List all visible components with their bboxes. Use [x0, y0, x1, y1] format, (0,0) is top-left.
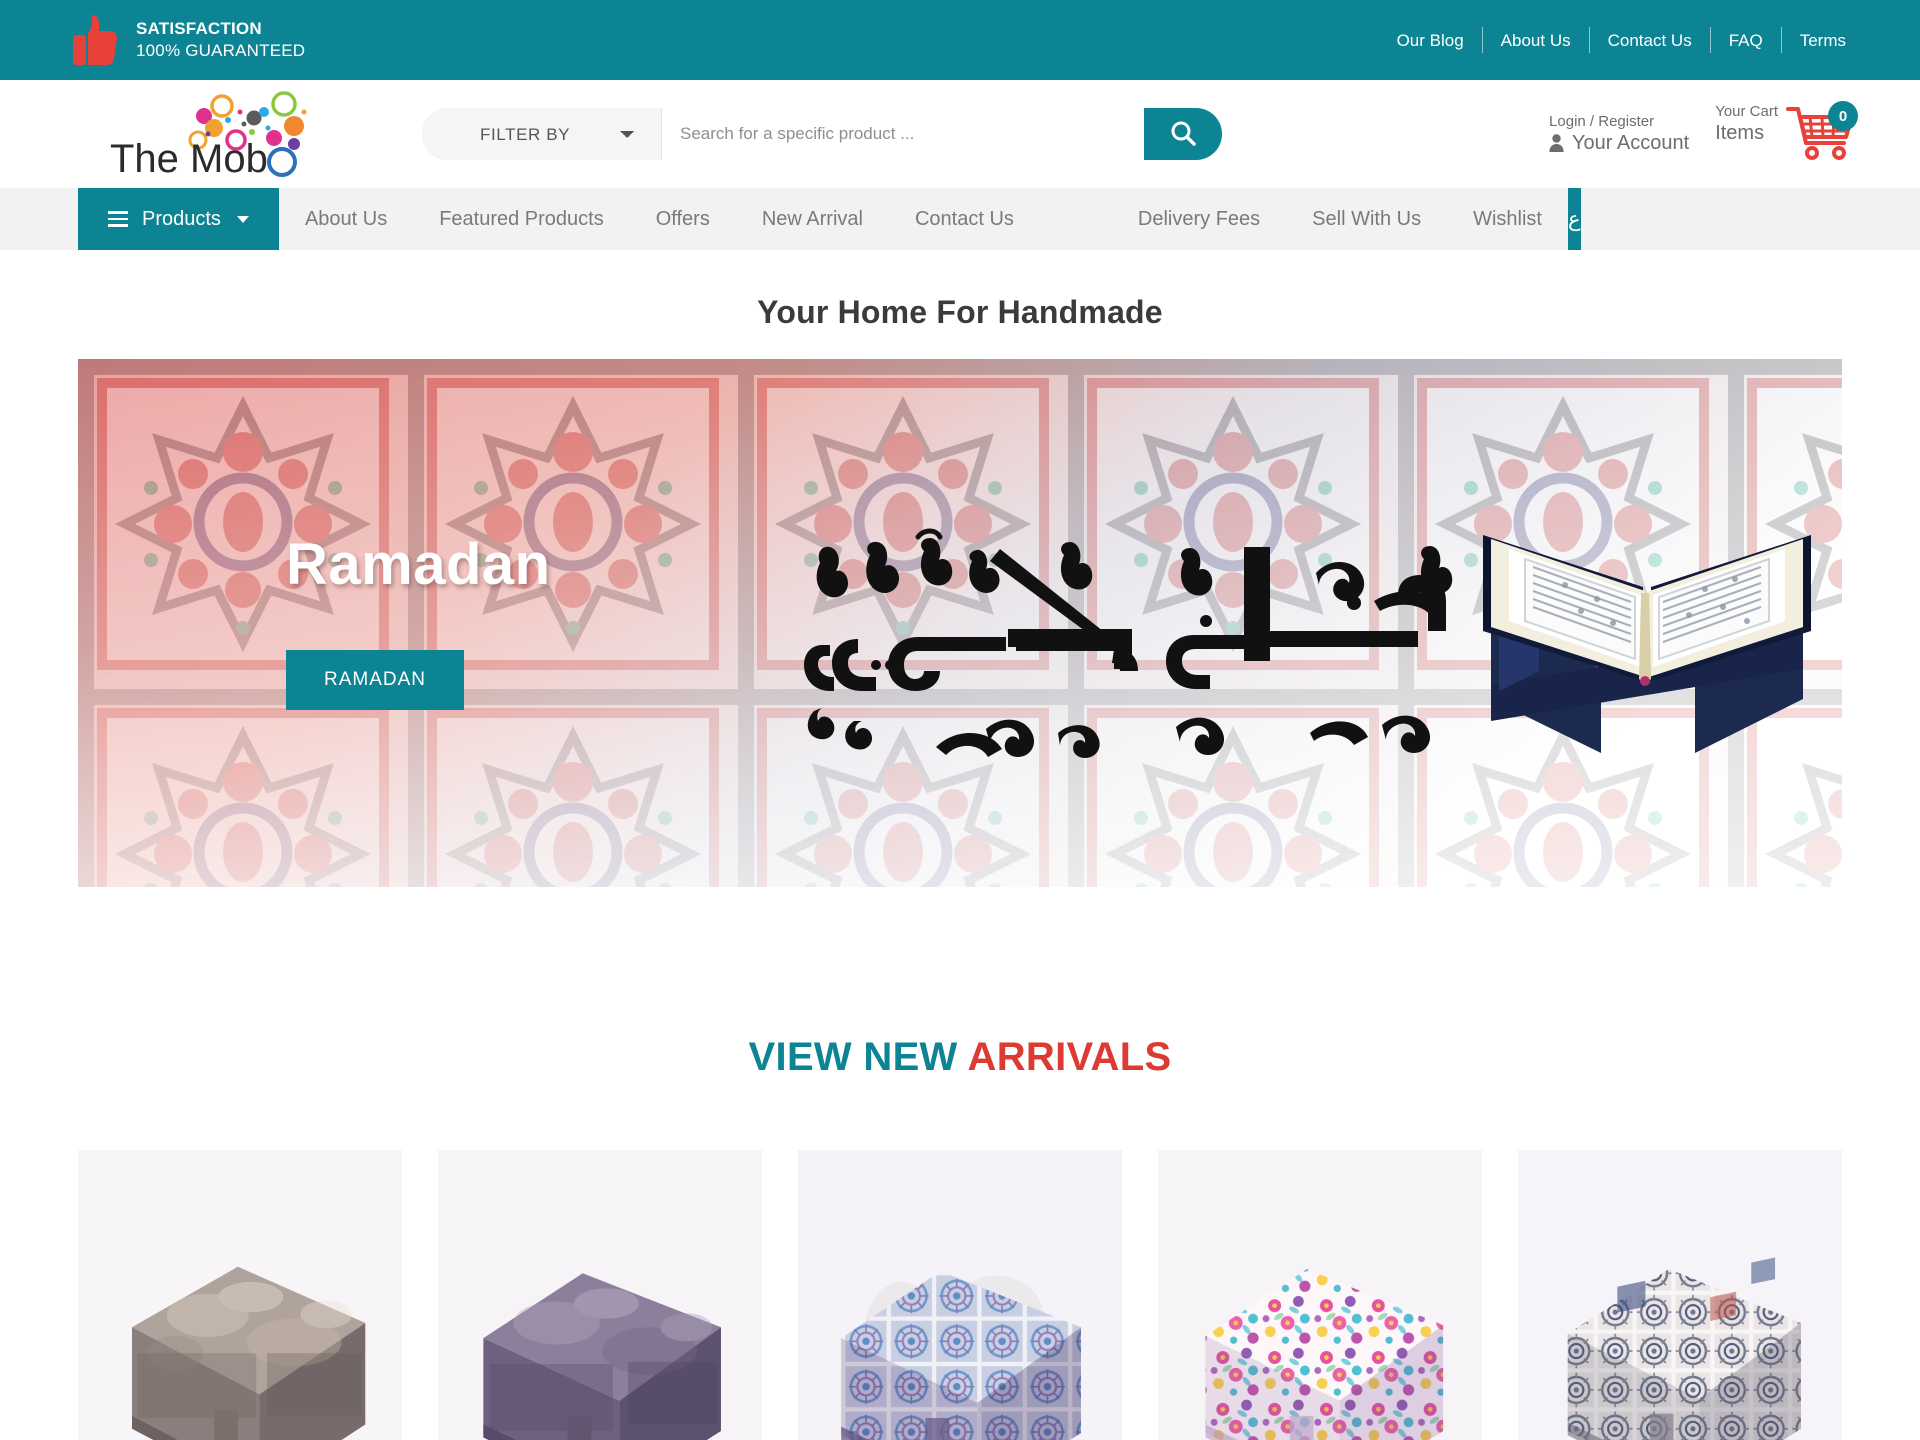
- nav-products-label: Products: [142, 207, 221, 230]
- nav-products-button[interactable]: Products: [78, 188, 279, 250]
- nav-item-new-arrival[interactable]: New Arrival: [736, 188, 889, 250]
- hero-banner[interactable]: Ramadan RAMADAN: [78, 359, 1842, 887]
- main-navigation: Products About Us Featured Products Offe…: [0, 188, 1920, 250]
- login-register-label: Login / Register: [1549, 112, 1655, 130]
- hero-ramadan-button[interactable]: RAMADAN: [286, 650, 465, 710]
- product-card-purple-velvet-box[interactable]: [438, 1150, 762, 1440]
- top-link-terms[interactable]: Terms: [1782, 32, 1864, 49]
- nav-item-offers[interactable]: Offers: [630, 188, 736, 250]
- cart-items-label: Items: [1715, 122, 1765, 145]
- top-link-faq[interactable]: FAQ: [1711, 32, 1781, 49]
- hero-content: Ramadan RAMADAN: [286, 531, 551, 710]
- person-icon: [1549, 134, 1564, 153]
- product-card-blue-mandala-pattern-box[interactable]: [798, 1150, 1122, 1440]
- satisfaction-title: SATISFACTION: [136, 19, 262, 39]
- search-input[interactable]: [662, 108, 1144, 160]
- your-account-label: Your Account: [1572, 131, 1690, 154]
- page-title: Your Home For Handmade: [757, 294, 1163, 330]
- top-utility-bar: SATISFACTION 100% GUARANTEED Our Blog Ab…: [0, 0, 1920, 80]
- search-bar: FILTER BY: [422, 108, 1222, 160]
- ramadan-kareem-calligraphy: [804, 528, 1453, 758]
- chevron-down-icon: [236, 215, 249, 223]
- cart-block[interactable]: Your Cart Items 0: [1715, 101, 1858, 165]
- new-arrivals-heading: VIEW NEW ARRIVALS: [0, 1035, 1920, 1080]
- site-logo[interactable]: The Mob: [0, 80, 400, 188]
- arrivals-heading-part1: VIEW NEW: [748, 1035, 958, 1079]
- nav-item-wishlist[interactable]: Wishlist: [1447, 188, 1568, 250]
- product-card-ceramic-tile-pattern-box[interactable]: [1518, 1150, 1842, 1440]
- beige-velvet-box-image: [78, 1150, 402, 1440]
- thumbs-up-icon: [73, 15, 117, 65]
- nav-item-featured-products[interactable]: Featured Products: [413, 188, 630, 250]
- cart-count-badge: 0: [1828, 101, 1858, 131]
- satisfaction-guarantee: SATISFACTION 100% GUARANTEED: [72, 13, 305, 67]
- language-toggle-arabic[interactable]: ع: [1567, 188, 1581, 250]
- ceramic-tile-pattern-box-image: [1518, 1150, 1842, 1440]
- filter-by-select[interactable]: FILTER BY: [422, 108, 662, 160]
- hamburger-icon: [108, 211, 128, 227]
- your-cart-label: Your Cart: [1715, 103, 1778, 120]
- new-arrivals-product-grid: [78, 1150, 1842, 1440]
- account-and-cart: Login / Register Your Account Your Cart …: [1549, 101, 1864, 165]
- nav-item-sell-with-us[interactable]: Sell With Us: [1286, 188, 1447, 250]
- account-block[interactable]: Login / Register Your Account: [1549, 113, 1689, 156]
- satisfaction-subtitle: 100% GUARANTEED: [136, 41, 306, 60]
- top-links: Our Blog About Us Contact Us FAQ Terms: [1379, 27, 1864, 53]
- nav-item-delivery-fees[interactable]: Delivery Fees: [1112, 188, 1286, 250]
- the-mob-logo-icon: The Mob: [110, 91, 307, 181]
- search-icon: [1171, 121, 1196, 146]
- top-link-about-us[interactable]: About Us: [1483, 32, 1589, 49]
- nav-item-about-us[interactable]: About Us: [279, 188, 413, 250]
- pink-floral-pattern-box-image: [1158, 1150, 1482, 1440]
- quran-on-stand-image: [1483, 535, 1811, 753]
- arrivals-heading-part2: ARRIVALS: [967, 1035, 1172, 1079]
- nav-item-contact-us[interactable]: Contact Us: [889, 188, 1040, 250]
- top-link-contact-us[interactable]: Contact Us: [1590, 32, 1710, 49]
- hero-title: Ramadan: [286, 532, 551, 597]
- top-link-our-blog[interactable]: Our Blog: [1379, 32, 1482, 49]
- site-header: The Mob FILTER BY Login / Register Your …: [0, 80, 1920, 188]
- svg-text:The Mob: The Mob: [110, 137, 268, 181]
- search-button[interactable]: [1144, 108, 1222, 160]
- product-card-beige-velvet-box[interactable]: [78, 1150, 402, 1440]
- purple-velvet-box-image: [438, 1150, 762, 1440]
- blue-mandala-pattern-box-image: [798, 1150, 1122, 1440]
- your-account-row: Your Account: [1549, 131, 1689, 155]
- product-card-pink-floral-pattern-box[interactable]: [1158, 1150, 1482, 1440]
